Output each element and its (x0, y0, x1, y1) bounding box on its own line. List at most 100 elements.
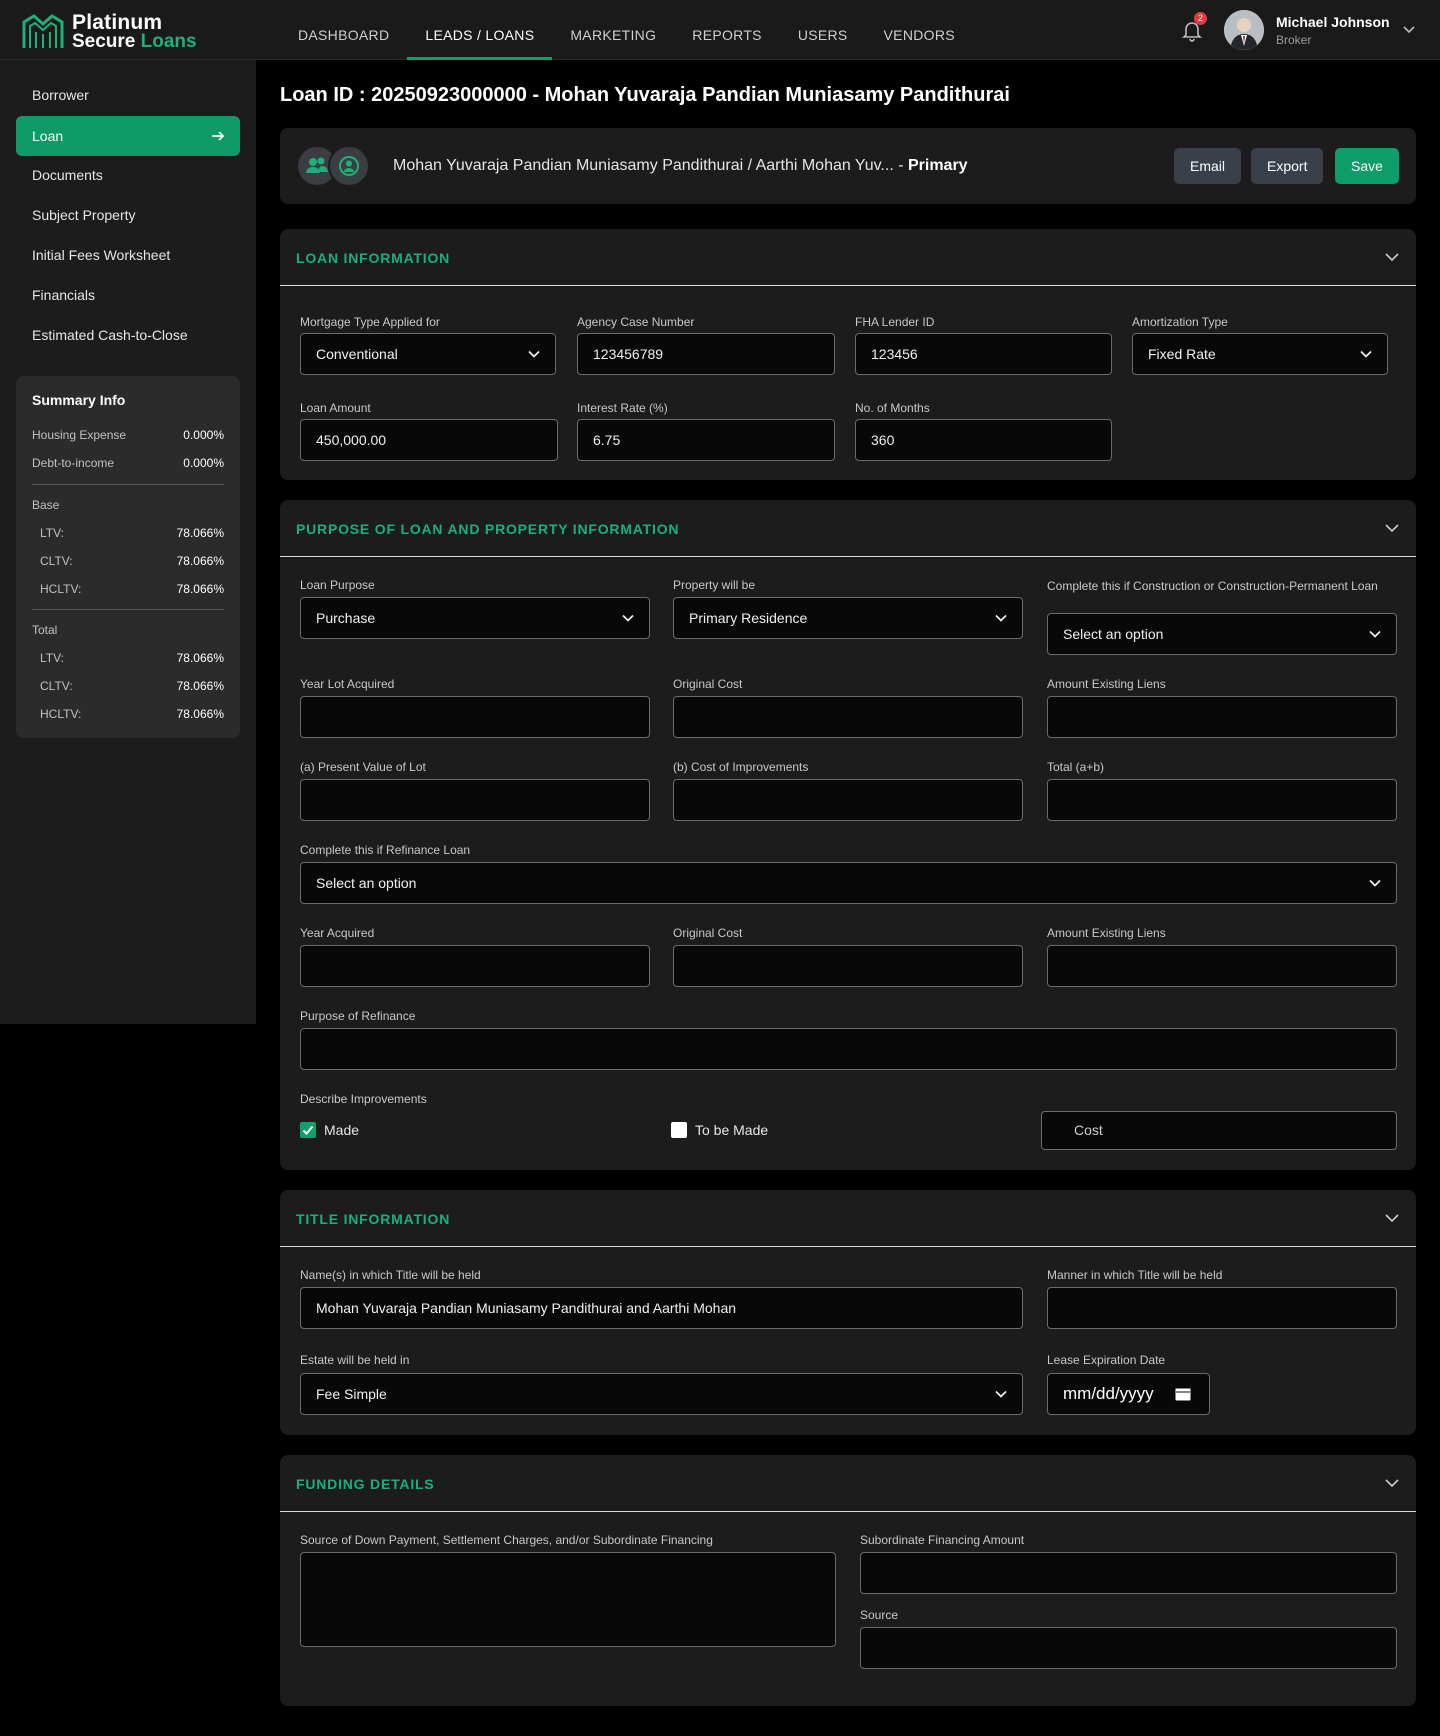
existing-liens-label: Amount Existing Liens (1047, 677, 1166, 691)
made-label[interactable]: Made (324, 1122, 359, 1138)
sidebar-item-borrower[interactable]: Borrower (16, 75, 240, 115)
section-header[interactable]: TITLE INFORMATION (280, 1190, 1416, 1247)
chevron-down-icon[interactable] (1384, 1475, 1400, 1491)
section-title: TITLE INFORMATION (296, 1211, 451, 1227)
chevron-down-icon (622, 614, 634, 622)
summary-value: 0.000% (183, 428, 224, 442)
existing-liens-2-input[interactable] (1047, 945, 1397, 987)
select-value: Select an option (316, 875, 417, 891)
mortgage-type-label: Mortgage Type Applied for (300, 315, 440, 329)
construction-select[interactable]: Select an option (1047, 613, 1397, 655)
summary-label: Housing Expense (32, 428, 127, 442)
original-cost-2-label: Original Cost (673, 926, 743, 940)
agency-case-label: Agency Case Number (577, 315, 695, 329)
summary-value: 78.066% (176, 526, 224, 540)
section-header[interactable]: LOAN INFORMATION (280, 229, 1416, 286)
nav-leads-loans[interactable]: LEADS / LOANS (407, 0, 553, 60)
nav-users[interactable]: USERS (780, 0, 866, 60)
borrower-icons (296, 145, 372, 187)
purpose-of-refinance-input[interactable] (300, 1028, 1397, 1070)
sidebar-item-loan[interactable]: Loan (16, 116, 240, 156)
loan-amount-label: Loan Amount (300, 401, 371, 415)
nav-reports[interactable]: REPORTS (674, 0, 780, 60)
chevron-down-icon[interactable] (1384, 1210, 1400, 1226)
summary-label: LTV: (40, 651, 65, 665)
to-be-made-checkbox[interactable] (671, 1122, 687, 1138)
amortization-select[interactable]: Fixed Rate (1132, 333, 1388, 375)
source-input[interactable] (860, 1627, 1397, 1669)
source-down-payment-textarea[interactable] (300, 1552, 836, 1647)
title-names-input[interactable]: Mohan Yuvaraja Pandian Muniasamy Pandith… (300, 1287, 1023, 1329)
chevron-down-icon[interactable] (1384, 249, 1400, 265)
select-value: Fixed Rate (1148, 346, 1216, 362)
section-title: FUNDING DETAILS (296, 1476, 435, 1492)
purpose-of-refinance-label: Purpose of Refinance (300, 1009, 416, 1023)
sidebar-item-cash-to-close[interactable]: Estimated Cash-to-Close (16, 315, 240, 355)
nav-vendors[interactable]: VENDORS (866, 0, 973, 60)
top-navigation-bar: Platinum Secure Loans DASHBOARD LEADS / … (0, 0, 1440, 60)
loan-purpose-select[interactable]: Purchase (300, 597, 650, 639)
property-will-be-select[interactable]: Primary Residence (673, 597, 1023, 639)
date-placeholder: mm/dd/yyyy (1063, 1384, 1154, 1403)
year-acquired-label: Year Acquired (300, 926, 375, 940)
sidebar-item-subject-property[interactable]: Subject Property (16, 195, 240, 235)
loan-amount-input[interactable]: 450,000.00 (300, 419, 558, 461)
fha-lender-label: FHA Lender ID (855, 315, 935, 329)
cost-input[interactable]: Cost (1041, 1111, 1397, 1150)
email-button[interactable]: Email (1174, 148, 1242, 184)
lease-expiration-date-input[interactable]: mm/dd/yyyy (1047, 1373, 1210, 1415)
chevron-down-icon (1369, 630, 1381, 638)
loan-purpose-label: Loan Purpose (300, 578, 375, 592)
user-role: Broker (1276, 33, 1312, 47)
source-down-payment-label: Source of Down Payment, Settlement Charg… (300, 1533, 713, 1547)
summary-base-hcltv-row: HCLTV: 78.066% (32, 582, 224, 596)
interest-rate-label: Interest Rate (%) (577, 401, 668, 415)
section-title: LOAN INFORMATION (296, 250, 451, 266)
user-name[interactable]: Michael Johnson (1276, 14, 1390, 30)
sidebar-item-documents[interactable]: Documents (16, 155, 240, 195)
present-value-label: (a) Present Value of Lot (300, 760, 426, 774)
chevron-down-icon (1369, 879, 1381, 887)
nav-dashboard[interactable]: DASHBOARD (280, 0, 407, 60)
nav-marketing[interactable]: MARKETING (552, 0, 674, 60)
sidebar-item-financials[interactable]: Financials (16, 275, 240, 315)
divider (32, 609, 224, 610)
total-ab-input[interactable] (1047, 779, 1397, 821)
sidebar-item-initial-fees[interactable]: Initial Fees Worksheet (16, 235, 240, 275)
interest-rate-input[interactable]: 6.75 (577, 419, 835, 461)
notification-badge: 2 (1194, 12, 1207, 25)
export-button[interactable]: Export (1251, 148, 1324, 184)
original-cost-2-input[interactable] (673, 945, 1023, 987)
section-header[interactable]: FUNDING DETAILS (280, 1455, 1416, 1512)
select-value: Select an option (1063, 626, 1164, 642)
months-input[interactable]: 360 (855, 419, 1112, 461)
arrow-right-icon (212, 131, 225, 141)
year-acquired-input[interactable] (300, 945, 650, 987)
chevron-down-icon[interactable] (1384, 520, 1400, 536)
brand-logo[interactable]: Platinum Secure Loans (22, 10, 222, 52)
user-photo-icon (1224, 10, 1264, 50)
chevron-down-icon (995, 614, 1007, 622)
chevron-down-icon[interactable] (1402, 22, 1416, 36)
year-lot-input[interactable] (300, 696, 650, 738)
check-icon (302, 1125, 314, 1135)
to-be-made-label[interactable]: To be Made (695, 1122, 768, 1138)
original-cost-input[interactable] (673, 696, 1023, 738)
fha-lender-input[interactable]: 123456 (855, 333, 1112, 375)
mortgage-type-select[interactable]: Conventional (300, 333, 556, 375)
calendar-icon[interactable] (1175, 1387, 1191, 1401)
save-button[interactable]: Save (1335, 148, 1399, 184)
section-header[interactable]: PURPOSE OF LOAN AND PROPERTY INFORMATION (280, 500, 1416, 557)
estate-select[interactable]: Fee Simple (300, 1373, 1023, 1415)
agency-case-input[interactable]: 123456789 (577, 333, 835, 375)
page-title: Loan ID : 20250923000000 - Mohan Yuvaraj… (280, 84, 1010, 106)
subordinate-amount-input[interactable] (860, 1552, 1397, 1594)
select-value: Primary Residence (689, 610, 808, 626)
refinance-select[interactable]: Select an option (300, 862, 1397, 904)
existing-liens-input[interactable] (1047, 696, 1397, 738)
avatar[interactable] (1224, 10, 1264, 50)
present-value-input[interactable] (300, 779, 650, 821)
made-checkbox[interactable] (300, 1122, 316, 1138)
cost-of-improvements-input[interactable] (673, 779, 1023, 821)
title-manner-input[interactable] (1047, 1287, 1397, 1329)
